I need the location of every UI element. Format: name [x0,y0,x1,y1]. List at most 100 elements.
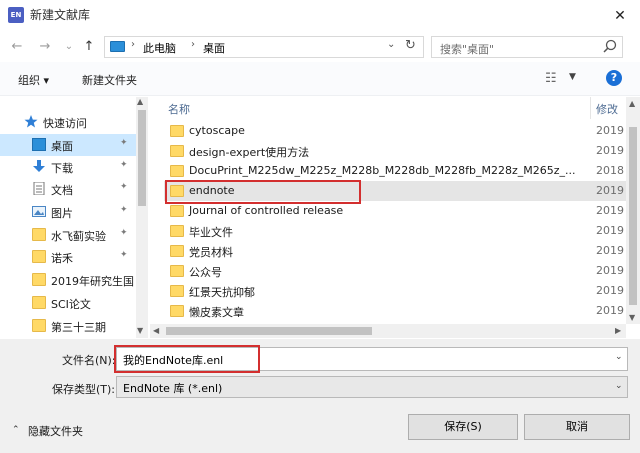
file-list-vertical-scrollbar-thumb[interactable] [629,127,637,305]
scroll-left-arrow-icon[interactable]: ◀ [153,326,159,335]
column-divider[interactable] [590,97,591,119]
column-header-name[interactable]: 名称 [168,101,190,117]
refresh-icon[interactable]: ↻ [405,38,416,53]
sidebar-item-label: 图片 [51,207,73,220]
save-button[interactable]: 保存(S) [408,414,518,440]
file-row[interactable]: cytoscape 2019 [164,121,626,141]
file-row[interactable]: 懒皮素文章 2019 [164,301,626,321]
folder-icon [170,125,184,137]
file-date: 2019 [596,304,624,317]
computer-icon [110,41,125,52]
folder-icon [32,296,46,309]
sidebar-item-folder[interactable]: SCI论文 [0,292,136,314]
folder-icon [32,228,46,241]
pin-icon[interactable]: ✦ [120,228,128,238]
column-header-date-modified[interactable]: 修改 [596,101,618,117]
file-name: 毕业文件 [189,226,233,239]
file-name: 红景天抗抑郁 [189,286,255,299]
file-date: 2018 [596,164,624,177]
scroll-down-arrow-icon[interactable]: ▼ [137,326,143,335]
pin-icon[interactable]: ✦ [120,160,128,170]
pin-icon[interactable]: ✦ [120,182,128,192]
file-row[interactable]: 红景天抗抑郁 2019 [164,281,626,301]
file-date: 2019 [596,244,624,257]
folder-icon [170,285,184,297]
file-date: 2019 [596,184,624,197]
desktop-icon [32,138,46,151]
chevron-up-icon[interactable]: ⌃ [12,425,20,435]
filename-label: 文件名(N): [62,354,116,367]
breadcrumb-separator-icon: › [131,39,135,50]
breadcrumb-this-pc[interactable]: 此电脑 [143,40,176,56]
title-bar: EN 新建文献库 ✕ [0,0,640,32]
scroll-down-arrow-icon[interactable]: ▼ [629,313,635,322]
sidebar-item-label: 桌面 [51,140,73,153]
file-name: Journal of controlled release [189,204,344,217]
breadcrumb-separator-icon[interactable]: › [191,39,195,50]
view-options-icon[interactable]: ☷ [545,71,557,86]
folder-icon [170,165,184,177]
file-name: DocuPrint_M225dw_M225z_M228b_M228db_M228… [189,164,576,177]
file-row[interactable]: Journal of controlled release 2019 [164,201,626,221]
sidebar-item-label: 下载 [51,162,73,175]
file-date: 2019 [596,124,624,137]
file-row[interactable]: 毕业文件 2019 [164,221,626,241]
scroll-right-arrow-icon[interactable]: ▶ [615,326,621,335]
annotation-highlight-box [165,180,361,204]
navigation-pane: 快速访问 桌面 ✦ 下载 ✦ 文档 ✦ 图片 ✦ 水飞蓟实验 ✦ 诺禾 ✦ 20… [0,97,148,338]
folder-icon [170,225,184,237]
command-toolbar: 组织 ▾ 新建文件夹 ☷ ▼ ? [0,62,640,96]
cancel-button[interactable]: 取消 [524,414,630,440]
scroll-up-arrow-icon[interactable]: ▲ [137,97,143,106]
window-title: 新建文献库 [30,8,91,22]
file-date: 2019 [596,144,624,157]
sidebar-item-folder[interactable]: 水飞蓟实验 ✦ [0,224,136,246]
hide-folders-toggle[interactable]: 隐藏文件夹 [28,423,83,439]
star-icon [24,115,38,128]
breadcrumb-desktop[interactable]: 桌面 [203,40,225,56]
organize-button[interactable]: 组织 ▾ [18,72,49,88]
sidebar-item-label: 水飞蓟实验 [51,230,106,243]
scroll-up-arrow-icon[interactable]: ▲ [629,99,635,108]
filetype-value: EndNote 库 (*.enl) [123,382,223,395]
sidebar-item-downloads[interactable]: 下载 ✦ [0,156,136,178]
filetype-label: 保存类型(T): [52,383,116,396]
view-dropdown-icon[interactable]: ▼ [569,72,576,82]
sidebar-item-quick-access[interactable]: 快速访问 [0,111,136,133]
file-list-horizontal-scrollbar-thumb[interactable] [166,327,372,335]
filetype-select[interactable]: EndNote 库 (*.enl) ⌄ [116,376,628,398]
search-input[interactable]: 搜索"桌面" [431,36,623,58]
document-icon [33,182,45,195]
download-icon [33,160,45,172]
pin-icon[interactable]: ✦ [120,205,128,215]
forward-arrow-icon[interactable]: → [36,38,54,56]
folder-icon [32,273,46,286]
sidebar-item-folder[interactable]: 诺禾 ✦ [0,246,136,268]
close-button[interactable]: ✕ [606,4,634,28]
pin-icon[interactable]: ✦ [120,250,128,260]
endnote-app-icon: EN [8,7,24,23]
pin-icon[interactable]: ✦ [120,138,128,148]
file-row[interactable]: 公众号 2019 [164,261,626,281]
sidebar-item-documents[interactable]: 文档 ✦ [0,178,136,200]
help-icon[interactable]: ? [606,70,622,86]
file-row[interactable]: DocuPrint_M225dw_M225z_M228b_M228db_M228… [164,161,626,181]
sidebar-item-folder[interactable]: 2019年研究生国 [0,269,136,291]
file-row[interactable]: 党员材料 2019 [164,241,626,261]
new-folder-button[interactable]: 新建文件夹 [82,72,137,88]
sidebar-item-pictures[interactable]: 图片 ✦ [0,201,136,223]
nav-scrollbar-thumb[interactable] [138,110,146,206]
filetype-dropdown-icon[interactable]: ⌄ [615,381,623,391]
filename-dropdown-icon[interactable]: ⌄ [615,352,623,362]
folder-icon [32,250,46,263]
recent-locations-chevron-icon[interactable]: ⌄ [60,38,78,56]
sidebar-item-desktop[interactable]: 桌面 ✦ [0,134,136,156]
address-dropdown-icon[interactable]: ⌄ [387,39,395,50]
file-row[interactable]: design-expert使用方法 2019 [164,141,626,161]
address-bar[interactable]: › 此电脑 › 桌面 ⌄ ↻ [104,36,424,58]
file-name: 公众号 [189,266,222,279]
up-arrow-icon[interactable]: ↑ [80,38,98,56]
sidebar-item-folder[interactable]: 第三十三期 [0,315,136,337]
back-arrow-icon[interactable]: ← [8,38,26,56]
sidebar-item-label: SCI论文 [51,298,91,311]
